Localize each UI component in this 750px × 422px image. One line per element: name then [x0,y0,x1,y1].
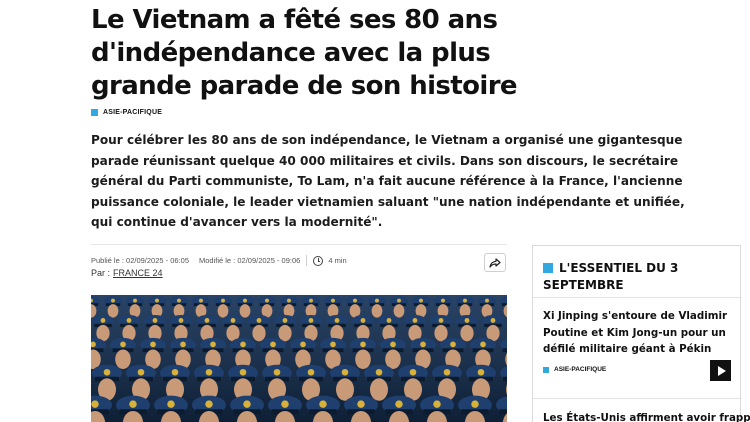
headline-line: grande parade de son histoire [91,71,518,101]
sidebar-divider [533,398,742,399]
play-icon [717,365,726,376]
category-square-icon [91,109,98,116]
lede-line: puissance coloniale, le leader vietnamie… [91,194,685,209]
headline-line: d'indépendance avec la plus [91,38,491,68]
parade-soldiers-image [91,295,507,422]
sidebar-item-title-line: Poutine et Kim Jong-un pour un [543,326,726,339]
meta-separator [306,255,308,266]
sidebar-item2-title-link[interactable]: Les États-Unis affirment avoir frappé [543,410,750,422]
essentials-sidebar: L'ESSENTIEL DU 3 SEPTEMBRE Xi Jinping s'… [532,245,750,422]
byline-prefix: Par : [91,268,111,278]
lede-line: qui continue d'avancer vers la modernité… [91,215,383,229]
published-date: Publié le : 02/09/2025 - 06:05 [91,256,189,265]
share-button[interactable] [484,253,506,272]
sidebar-item-title-link[interactable]: Xi Jinping s'entoure de Vladimir Poutine… [543,308,733,358]
byline-author-link[interactable]: FRANCE 24 [113,268,163,278]
sidebar-title-text: L'ESSENTIEL DU 3 SEPTEMBRE [543,261,679,292]
sidebar-title: L'ESSENTIEL DU 3 SEPTEMBRE [543,260,733,294]
category-label: ASIE-PACIFIQUE [103,109,163,116]
meta-divider [91,244,507,245]
share-icon [489,257,501,268]
lede-line: Pour célébrer les 80 ans de son indépend… [91,133,683,147]
sidebar-item-category[interactable]: ASIE-PACIFIQUE [543,366,606,373]
article-headline: Le Vietnam a fêté ses 80 ans d'indépenda… [91,4,571,103]
read-time: 4 min [328,256,347,265]
article-lede: Pour célébrer les 80 ans de son indépend… [91,130,685,233]
clock-icon [313,255,324,266]
modified-date: Modifié le : 02/09/2025 - 09:06 [199,256,301,265]
sidebar-divider [533,297,742,298]
title-square-icon [543,263,553,273]
article-category[interactable]: ASIE-PACIFIQUE [91,109,162,116]
sidebar-item-title-line: Xi Jinping s'entoure de Vladimir [543,310,728,322]
category-square-icon [543,366,549,373]
lede-line: parade réunissant quelque 40 000 militai… [91,153,679,168]
article-photo [91,295,507,422]
headline-line: Le Vietnam a fêté ses 80 ans [91,5,498,35]
sidebar-item-title-line: défilé militaire géant à Pékin [543,343,712,355]
byline: Par : FRANCE 24 [91,268,163,278]
lede-line: général du Parti communiste, To Lam, n'a… [91,174,683,188]
play-video-button[interactable] [710,360,731,381]
article-meta: Publié le : 02/09/2025 - 06:05 Modifié l… [91,255,347,266]
sidebar-item-category-label: ASIE-PACIFIQUE [554,366,607,373]
